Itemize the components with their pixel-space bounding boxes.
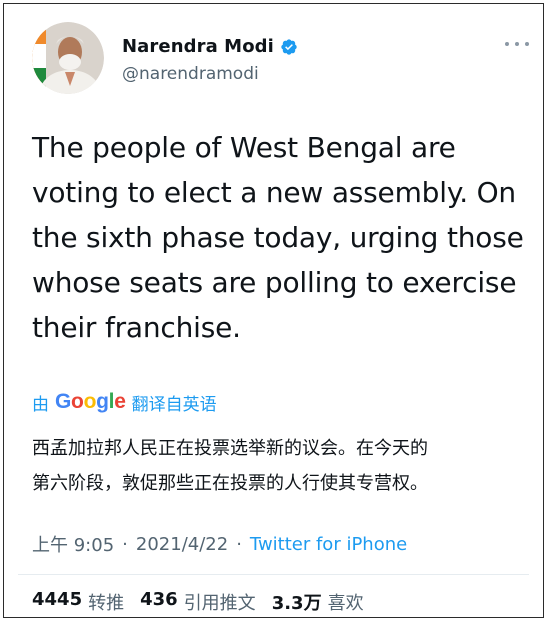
meta-separator: · xyxy=(122,533,128,555)
tweet-stats: 4445 转推 436 引用推文 3.3万 喜欢 xyxy=(32,589,364,615)
retweets-count: 4445 xyxy=(32,589,83,610)
tweet-text: The people of West Bengal are voting to … xyxy=(32,125,532,350)
avatar-image xyxy=(32,22,104,94)
author-name-row: Narendra Modi xyxy=(122,36,298,57)
tweet-text-line: their franchise. xyxy=(32,311,241,344)
quotes-count: 436 xyxy=(140,589,178,610)
likes-label: 喜欢 xyxy=(327,593,364,614)
more-dot xyxy=(525,42,529,46)
more-dot xyxy=(505,42,509,46)
translated-text-line: 第六阶段，敦促那些正在投票的人行使其专营权。 xyxy=(32,473,428,494)
author-name[interactable]: Narendra Modi xyxy=(122,36,274,57)
tweet-header: Narendra Modi @narendramodi xyxy=(32,22,537,102)
more-dot xyxy=(515,42,519,46)
translation-prefix: 由 xyxy=(32,394,49,415)
divider xyxy=(18,574,529,575)
translated-text-line: 西孟加拉邦人民正在投票选举新的议会。在今天的 xyxy=(32,438,428,459)
tweet-meta: 上午 9:05 · 2021/4/22 · Twitter for iPhone xyxy=(32,529,407,559)
tweet-text-line: the sixth phase today, urging those xyxy=(32,221,524,254)
more-options-icon[interactable] xyxy=(505,40,529,48)
translation-attribution[interactable]: 由 Google 翻译自英语 xyxy=(32,387,217,417)
translation-suffix: 翻译自英语 xyxy=(131,394,217,415)
tweet-time[interactable]: 上午 9:05 xyxy=(32,531,114,557)
retweets-stat[interactable]: 4445 转推 xyxy=(32,589,124,615)
tweet-text-line: whose seats are polling to exercise xyxy=(32,266,517,299)
tweet-card: Narendra Modi @narendramodi The people o… xyxy=(3,3,544,618)
retweets-label: 转推 xyxy=(88,593,125,614)
likes-stat[interactable]: 3.3万 喜欢 xyxy=(272,589,364,615)
likes-count: 3.3万 xyxy=(271,593,322,614)
google-logo: Google xyxy=(55,390,126,413)
meta-separator: · xyxy=(236,533,242,555)
tweet-source-link[interactable]: Twitter for iPhone xyxy=(250,534,407,555)
avatar[interactable] xyxy=(32,22,104,94)
tweet-text-line: The people of West Bengal are xyxy=(32,131,456,164)
quotes-stat[interactable]: 436 引用推文 xyxy=(140,589,256,615)
translated-text: 西孟加拉邦人民正在投票选举新的议会。在今天的 第六阶段，敦促那些正在投票的人行使… xyxy=(32,431,532,501)
author-handle[interactable]: @narendramodi xyxy=(122,64,259,84)
tweet-text-line: voting to elect a new assembly. On xyxy=(32,176,516,209)
quotes-label: 引用推文 xyxy=(183,593,256,614)
verified-badge-icon xyxy=(280,38,298,56)
tweet-date[interactable]: 2021/4/22 xyxy=(136,534,228,555)
